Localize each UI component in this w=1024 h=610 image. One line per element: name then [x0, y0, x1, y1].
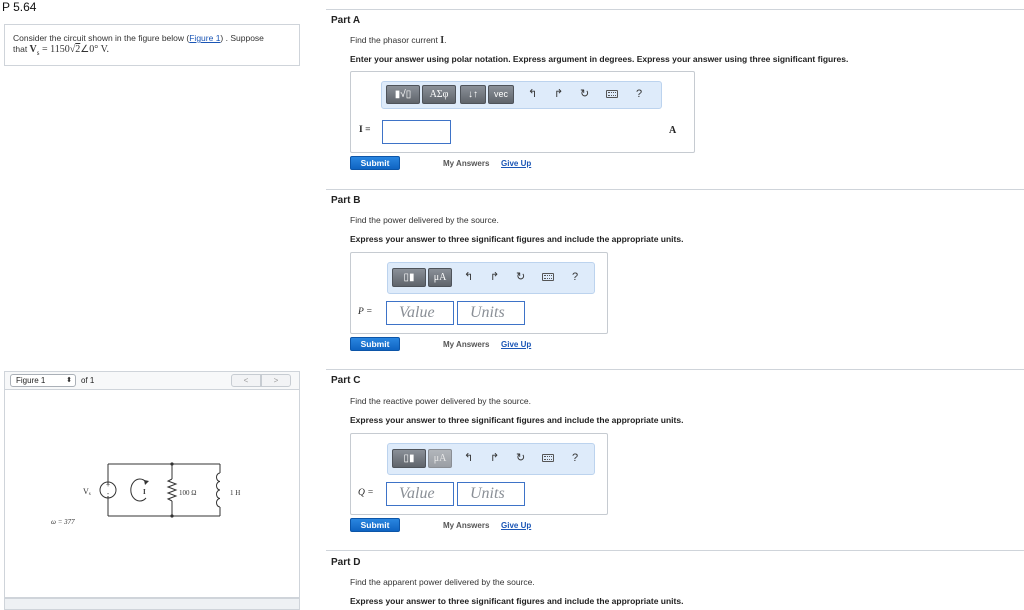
problem-text-after: ) . Suppose: [220, 33, 264, 43]
part-a-prompt-text: Find the phasor current: [350, 35, 441, 45]
undo-icon[interactable]: ↰: [464, 451, 473, 465]
omega-label: ω = 377: [51, 518, 75, 526]
part-b-answer-box: ▯▮ μA ↰ ↱ ↻ ? P = Value Units: [350, 252, 608, 334]
inductor-label: 1 H: [230, 489, 240, 497]
part-a-answer-input[interactable]: [382, 120, 451, 144]
figure-count: of 1: [81, 376, 95, 385]
units-templates-button[interactable]: ▯▮: [392, 449, 426, 468]
part-c-title: Part C: [331, 375, 361, 386]
part-a-math-toolbar: ▮√▯ ΑΣφ ↓↑ vec ↰ ↱ ↻ ?: [381, 81, 662, 109]
circuit-diagram: + - Vs I 100 Ω 1 H ω = 377: [51, 462, 240, 526]
part-c-my-answers-link[interactable]: My Answers: [443, 521, 489, 530]
help-icon[interactable]: ?: [636, 87, 642, 101]
part-a-answer-label: I =: [359, 125, 371, 135]
greek-symbols-button[interactable]: ΑΣφ: [422, 85, 456, 104]
part-b-answer-label: P =: [358, 307, 373, 317]
resistor-label: 100 Ω: [179, 489, 196, 497]
part-b-units-input[interactable]: Units: [457, 301, 525, 325]
source-label: Vs: [83, 487, 91, 497]
part-c-give-up-link[interactable]: Give Up: [501, 521, 531, 530]
problem-text-line2: that: [13, 44, 30, 54]
part-a-my-answers-link[interactable]: My Answers: [443, 159, 489, 168]
next-figure-button[interactable]: >: [261, 374, 291, 387]
part-c-answer-box: ▯▮ μA ↰ ↱ ↻ ? Q = Value Units: [350, 433, 608, 515]
part-a-unit: A: [669, 125, 677, 136]
prev-figure-button[interactable]: <: [231, 374, 261, 387]
page-title: P 5.64: [2, 0, 37, 14]
redo-icon[interactable]: ↱: [554, 87, 563, 101]
part-a-prompt: Find the phasor current I.: [350, 35, 447, 46]
part-d-prompt: Find the apparent power delivered by the…: [350, 577, 535, 587]
part-c-submit-button[interactable]: Submit: [350, 518, 400, 532]
redo-icon[interactable]: ↱: [490, 451, 499, 465]
templates-button[interactable]: ▮√▯: [386, 85, 420, 104]
part-b-title: Part B: [331, 195, 361, 206]
inductor-icon: [216, 472, 221, 508]
part-c-answer-label: Q =: [358, 488, 374, 498]
voltage-magnitude: = 1150: [39, 44, 70, 55]
voltage-angle: ∠0° V.: [80, 44, 110, 55]
part-b-prompt: Find the power delivered by the source.: [350, 215, 499, 225]
part-a-title: Part A: [331, 15, 361, 26]
top-node-icon: [170, 462, 174, 466]
bottom-node-icon: [170, 514, 174, 518]
reset-icon[interactable]: ↻: [516, 451, 525, 465]
part-c-prompt: Find the reactive power delivered by the…: [350, 396, 531, 406]
resistor-icon: [166, 478, 178, 502]
plus-sign-icon: +: [106, 482, 110, 489]
part-a-answer-box: ▮√▯ ΑΣφ ↓↑ vec ↰ ↱ ↻ ? I = A: [350, 71, 695, 153]
voltage-expression: Vs = 1150√2∠0° V.: [29, 44, 110, 57]
part-b-value-input[interactable]: Value: [386, 301, 454, 325]
problem-line-2: that Vs = 1150√2∠0° V.: [13, 44, 291, 59]
vector-button[interactable]: vec: [488, 85, 514, 104]
part-a-instruction: Enter your answer using polar notation. …: [350, 54, 849, 64]
problem-text: Consider the circuit shown in the figure…: [13, 33, 190, 43]
part-b-instruction: Express your answer to three significant…: [350, 234, 684, 244]
keyboard-icon[interactable]: [542, 454, 554, 462]
units-button[interactable]: μA: [428, 268, 452, 287]
current-label: I: [143, 488, 146, 496]
help-icon[interactable]: ?: [572, 451, 578, 465]
figure-select-value: Figure 1: [16, 376, 46, 385]
left-bottom-strip: [4, 598, 300, 610]
divider: [326, 550, 1024, 551]
reset-icon[interactable]: ↻: [516, 270, 525, 284]
part-b-submit-button[interactable]: Submit: [350, 337, 400, 351]
select-arrows-icon: ⬍: [66, 377, 72, 384]
part-b-give-up-link[interactable]: Give Up: [501, 340, 531, 349]
minus-sign-icon: -: [107, 491, 110, 498]
part-c-units-input[interactable]: Units: [457, 482, 525, 506]
part-a-prompt-end: .: [444, 35, 447, 45]
part-d-instruction: Express your answer to three significant…: [350, 596, 684, 606]
problem-line-1: Consider the circuit shown in the figure…: [13, 33, 291, 44]
part-b-math-toolbar: ▯▮ μA ↰ ↱ ↻ ?: [387, 262, 595, 294]
units-templates-button[interactable]: ▯▮: [392, 268, 426, 287]
divider: [326, 369, 1024, 370]
part-a-submit-button[interactable]: Submit: [350, 156, 400, 170]
figure-toolbar: Figure 1 ⬍ of 1 < >: [4, 371, 300, 390]
reset-icon[interactable]: ↻: [580, 87, 589, 101]
help-icon[interactable]: ?: [572, 270, 578, 284]
part-c-math-toolbar: ▯▮ μA ↰ ↱ ↻ ?: [387, 443, 595, 475]
divider: [326, 9, 1024, 10]
figure-select[interactable]: Figure 1 ⬍: [10, 374, 76, 387]
redo-icon[interactable]: ↱: [490, 270, 499, 284]
current-arrowhead-icon: [144, 480, 149, 485]
part-c-instruction: Express your answer to three significant…: [350, 415, 684, 425]
divider: [326, 189, 1024, 190]
part-d-title: Part D: [331, 557, 361, 568]
problem-statement: Consider the circuit shown in the figure…: [4, 24, 300, 66]
figure-panel: + - Vs I 100 Ω 1 H ω = 377: [4, 390, 300, 598]
keyboard-icon[interactable]: [542, 273, 554, 281]
undo-icon[interactable]: ↰: [528, 87, 537, 101]
undo-icon[interactable]: ↰: [464, 270, 473, 284]
part-a-give-up-link[interactable]: Give Up: [501, 159, 531, 168]
voltage-symbol: V: [29, 44, 37, 55]
figure-link[interactable]: Figure 1: [189, 33, 220, 43]
part-c-value-input[interactable]: Value: [386, 482, 454, 506]
keyboard-icon[interactable]: [606, 90, 618, 98]
arrows-button[interactable]: ↓↑: [460, 85, 486, 104]
part-b-my-answers-link[interactable]: My Answers: [443, 340, 489, 349]
units-button[interactable]: μA: [428, 449, 452, 468]
